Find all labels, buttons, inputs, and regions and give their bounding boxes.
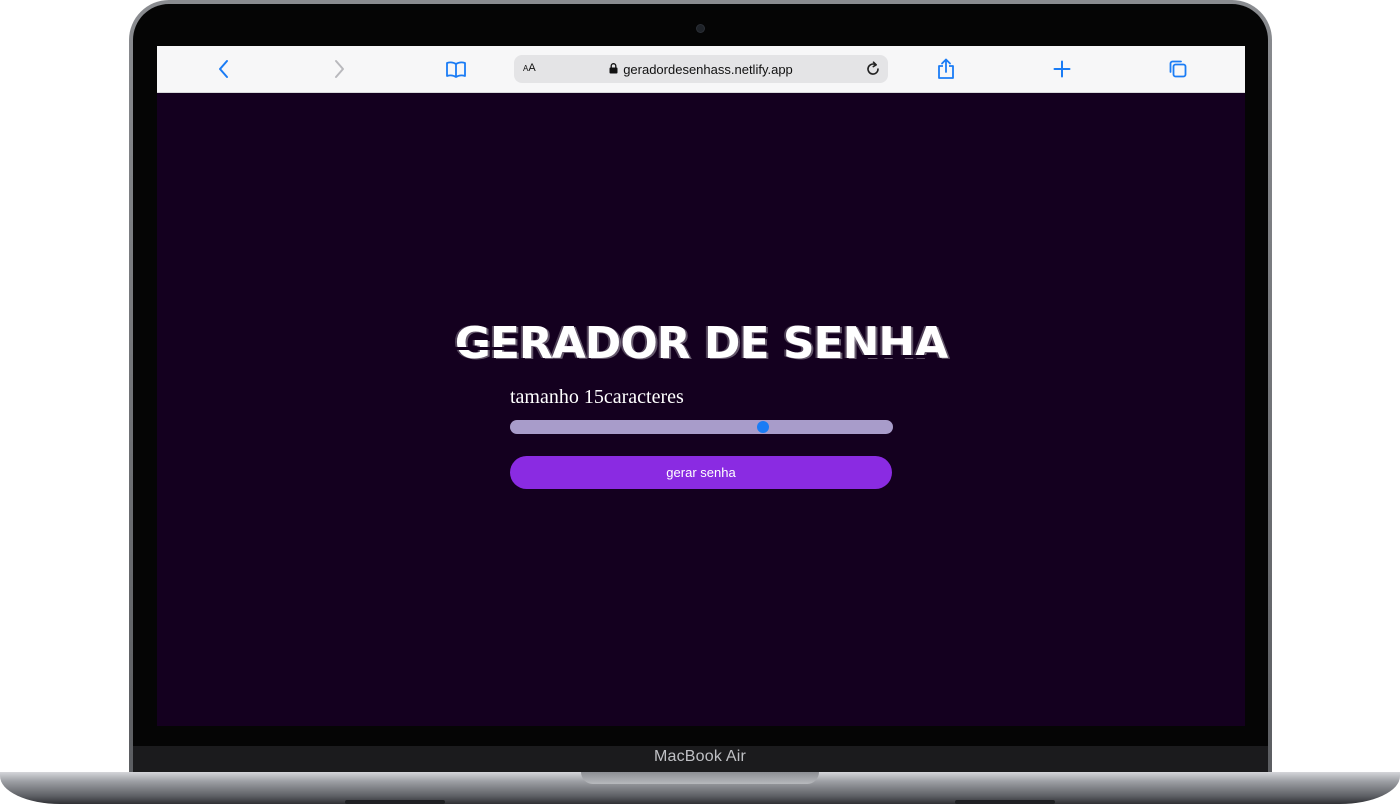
browser-toolbar: AA geradordesenhass.netlify.app [157,46,1245,93]
share-icon [938,58,954,79]
title-glitch-stripe [857,355,927,358]
title-glitch-stripe [447,347,507,350]
forward-button[interactable] [327,57,351,81]
length-slider[interactable] [510,420,893,434]
book-icon [446,61,466,78]
lid-opening-notch [581,772,819,784]
back-button[interactable] [212,57,236,81]
bookmarks-button[interactable] [444,57,468,81]
reload-icon[interactable] [864,60,882,78]
lock-icon [609,62,618,73]
laptop-frame: AA geradordesenhass.netlify.app GERADOR … [0,0,1400,804]
tabs-overview-button[interactable] [1166,57,1190,81]
laptop-foot [345,800,445,804]
chevron-left-icon [219,60,228,78]
length-label-suffix: caracteres [603,386,684,408]
url-container: geradordesenhass.netlify.app [514,55,888,83]
address-bar[interactable]: AA geradordesenhass.netlify.app [514,55,888,83]
password-length-label: tamanho 15caracteres [510,386,684,409]
model-label: MacBook Air [653,748,746,765]
share-button[interactable] [934,57,958,81]
title-glitch-stripe [677,362,767,365]
length-label-prefix: tamanho [510,386,584,408]
laptop-foot [955,800,1055,804]
slider-thumb[interactable] [756,421,769,433]
chevron-right-icon [335,60,344,78]
camera-icon [697,25,704,32]
url-text: geradordesenhass.netlify.app [623,61,793,77]
generate-password-button[interactable]: gerar senha [510,456,892,489]
new-tab-button[interactable] [1050,57,1074,81]
tabs-icon [1169,60,1187,78]
length-value: 15 [583,386,604,408]
browser-window: AA geradordesenhass.netlify.app GERADOR … [157,46,1245,726]
plus-icon [1053,60,1071,78]
